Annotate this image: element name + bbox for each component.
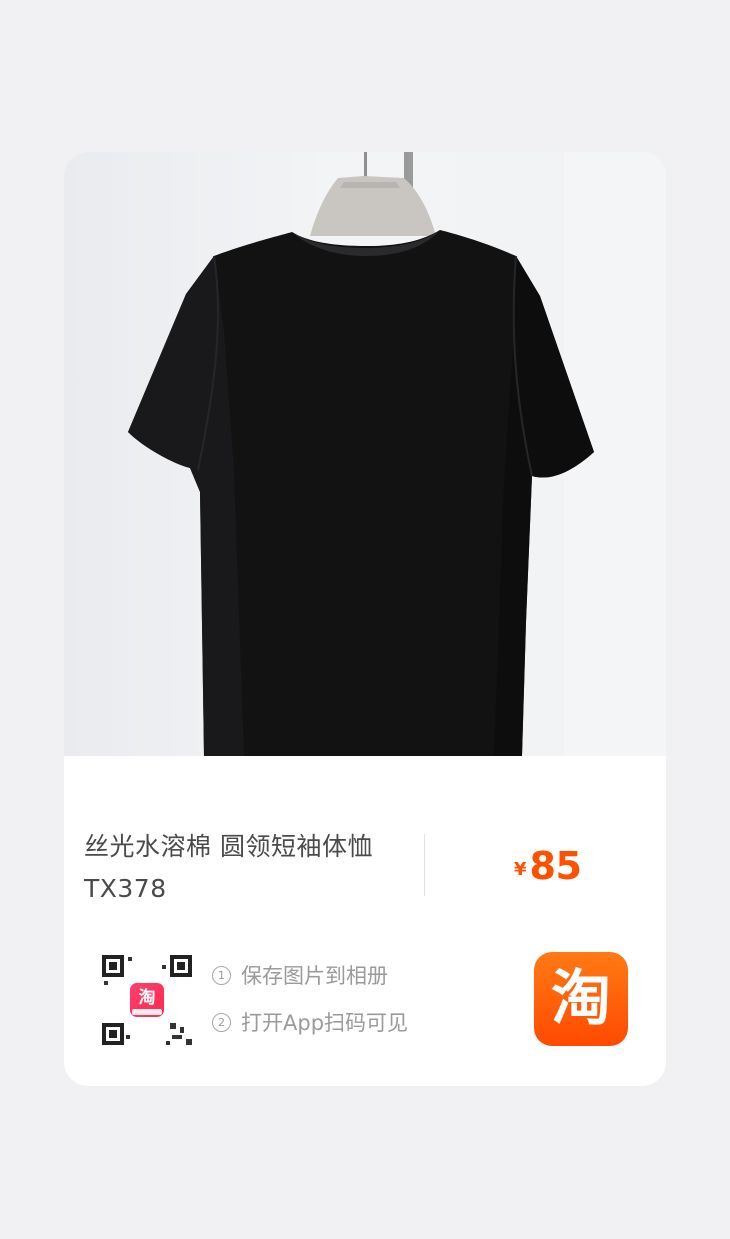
qr-code[interactable]: 淘 bbox=[100, 953, 194, 1047]
taobao-app-icon-char: 淘 bbox=[138, 988, 156, 1008]
step-save-image-text: 保存图片到相册 bbox=[241, 964, 388, 988]
share-steps: 1 保存图片到相册 2 打开App扫码可见 bbox=[212, 960, 408, 1054]
step-save-image: 1 保存图片到相册 bbox=[212, 960, 408, 990]
taobao-logo-char: 淘 bbox=[551, 964, 611, 1034]
price: ¥85 bbox=[514, 844, 582, 888]
product-code: TX378 bbox=[84, 874, 167, 903]
product-title-line1: 丝光水溶棉 圆领短袖体恤 bbox=[84, 832, 373, 861]
step-number-2: 2 bbox=[212, 1012, 231, 1032]
share-card: 丝光水溶棉 圆领短袖体恤 TX378 ¥85 淘 1 保存图片到相册 2 打开A… bbox=[64, 152, 666, 1086]
taobao-app-icon: 淘 bbox=[130, 983, 164, 1017]
product-image[interactable] bbox=[64, 152, 666, 756]
step-open-app-text: 打开App扫码可见 bbox=[241, 1011, 409, 1035]
step-number-1: 1 bbox=[212, 965, 231, 985]
step-open-app: 2 打开App扫码可见 bbox=[212, 1007, 408, 1037]
taobao-logo[interactable]: 淘 bbox=[534, 952, 628, 1046]
product-title[interactable]: 丝光水溶棉 圆领短袖体恤 TX378 bbox=[84, 826, 414, 910]
divider bbox=[424, 834, 425, 896]
tshirt-illustration bbox=[128, 152, 666, 756]
price-value: 85 bbox=[529, 844, 582, 888]
product-info: 丝光水溶棉 圆领短袖体恤 TX378 ¥85 淘 1 保存图片到相册 2 打开A… bbox=[64, 756, 666, 1086]
taobao-app-icon-band bbox=[132, 1009, 162, 1015]
price-currency: ¥ bbox=[514, 859, 527, 880]
